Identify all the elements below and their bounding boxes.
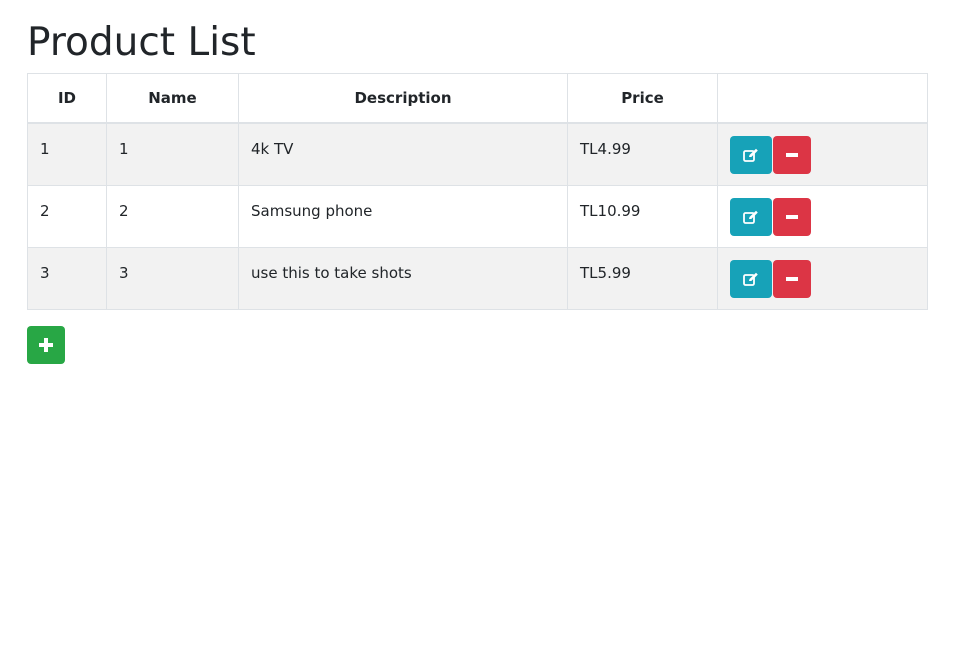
column-header-actions: [717, 73, 928, 124]
delete-button[interactable]: [773, 259, 811, 298]
cell-price: TL10.99: [567, 184, 718, 248]
cell-description: 4k TV: [238, 122, 568, 186]
minus-icon: [786, 276, 798, 281]
delete-button[interactable]: [773, 197, 811, 236]
cell-price: TL4.99: [567, 122, 718, 186]
cell-actions: [717, 122, 928, 186]
table-header: ID Name Description Price: [27, 73, 928, 124]
edit-button[interactable]: [730, 197, 772, 236]
edit-button[interactable]: [730, 259, 772, 298]
table-row: 2 2 Samsung phone TL10.99: [27, 184, 928, 248]
table-row: 3 3 use this to take shots TL5.99: [27, 246, 928, 310]
edit-icon: [743, 148, 759, 162]
cell-description: use this to take shots: [238, 246, 568, 310]
edit-icon: [743, 210, 759, 224]
cell-actions: [717, 246, 928, 310]
minus-icon: [786, 214, 798, 219]
page-title: Product List: [27, 20, 256, 65]
cell-name: 2: [106, 184, 239, 248]
cell-description: Samsung phone: [238, 184, 568, 248]
column-header-description: Description: [238, 73, 568, 124]
minus-icon: [786, 153, 798, 157]
edit-icon: [743, 272, 759, 286]
cell-id: 2: [27, 184, 107, 248]
cell-name: 3: [106, 246, 239, 310]
page-container: Product List ID Name Description Price 1…: [0, 0, 959, 364]
plus-icon: [39, 337, 53, 352]
column-header-id: ID: [27, 73, 107, 124]
column-header-price: Price: [567, 73, 718, 124]
cell-id: 3: [27, 246, 107, 310]
cell-name: 1: [106, 122, 239, 186]
add-product-button[interactable]: [27, 325, 65, 364]
column-header-name: Name: [106, 73, 239, 124]
cell-price: TL5.99: [567, 246, 718, 310]
table-body: 1 1 4k TV TL4.99 2 2 Samsung phone TL10.…: [27, 122, 928, 310]
edit-button[interactable]: [730, 136, 772, 174]
cell-actions: [717, 184, 928, 248]
product-table: ID Name Description Price 1 1 4k TV TL4.…: [27, 73, 928, 310]
table-row: 1 1 4k TV TL4.99: [27, 122, 928, 186]
header-row: ID Name Description Price: [27, 73, 928, 124]
delete-button[interactable]: [773, 136, 811, 174]
cell-id: 1: [27, 122, 107, 186]
